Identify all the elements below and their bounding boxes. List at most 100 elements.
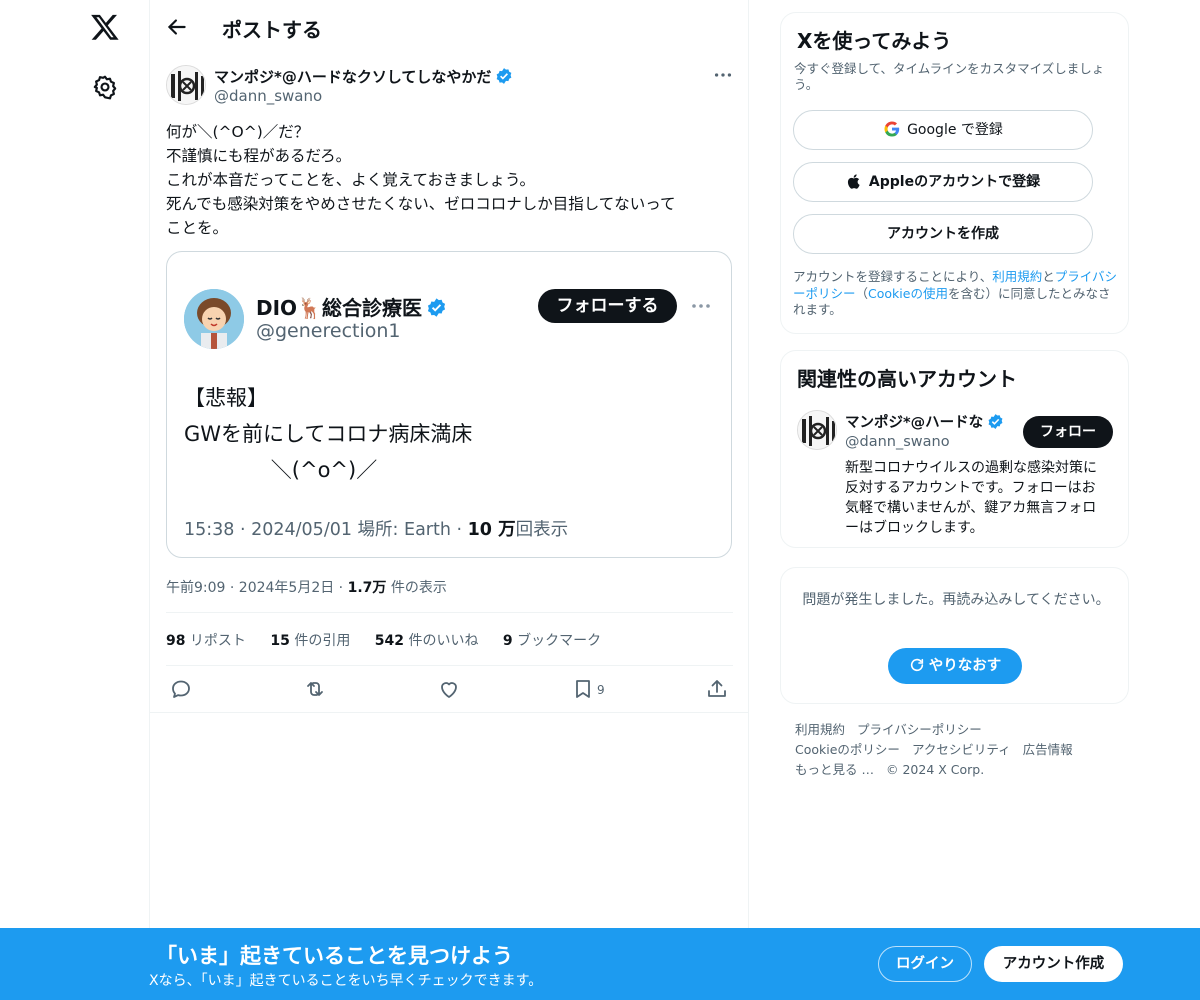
create-account-label[interactable]: アカウントを作成 — [887, 226, 999, 242]
embed-author-name: DIO🦌総合診療医 — [256, 292, 447, 321]
post-text: 何が＼(^O^)／だ？ 不謹慎にも程があるだろ。 これが本音だってことを、よく覚… — [166, 120, 736, 240]
create-account-button[interactable]: アカウントを作成 — [793, 214, 1093, 254]
refresh-icon — [910, 658, 923, 672]
terms-link[interactable]: 利用規約 — [992, 269, 1042, 284]
google-icon — [884, 121, 900, 137]
main-column: ポストする マンポジ*@ハードなクソしてしなやかだ @dann_swano 何が… — [150, 0, 749, 1000]
author-name-text[interactable]: マンポジ*@ハードなクソしてしなやかだ — [214, 68, 491, 86]
login-button[interactable]: ログイン — [878, 946, 972, 982]
avatar[interactable] — [797, 410, 837, 450]
more-icon — [692, 304, 710, 308]
google-signup-label[interactable]: Google で登録 — [907, 122, 1003, 138]
post-text-line: ことを。 — [166, 219, 229, 237]
cookie-link[interactable]: Cookieの使用 — [868, 286, 948, 301]
post-timestamp[interactable]: 午前9:09 · 2024年5月2日 · 1.7万 件の表示 — [166, 577, 447, 597]
stat-label: 件の引用 — [289, 633, 351, 649]
bookmark-icon[interactable] — [571, 677, 595, 701]
divider — [150, 712, 749, 713]
embed-text-line: GWを前にしてコロナ病床満床 — [184, 422, 473, 446]
create-account-banner-button[interactable]: アカウント作成 — [984, 946, 1123, 982]
stat-likes[interactable]: 542 件のいいね — [375, 633, 479, 649]
page-title: ポストする — [222, 18, 322, 42]
error-message: 問題が発生しました。再読み込みしてください。 — [802, 592, 1110, 608]
apple-signup-button[interactable]: Appleのアカウントで登録 — [793, 162, 1093, 202]
footer-link[interactable]: アクセシビリティ — [912, 742, 1011, 757]
divider — [166, 612, 733, 613]
signup-title: Xを使ってみよう — [797, 29, 952, 53]
embed-text-line: 【悲報】 — [184, 386, 268, 410]
follow-button[interactable]: フォロー — [1023, 416, 1113, 448]
related-title: 関連性の高いアカウント — [797, 367, 1017, 391]
stat-count: 98 — [166, 633, 186, 649]
stat-count: 15 — [270, 633, 290, 649]
gear-icon[interactable] — [92, 74, 118, 100]
stat-label: 件のいいね — [404, 633, 479, 649]
embed-avatar — [184, 289, 244, 349]
back-arrow-icon[interactable] — [164, 14, 190, 40]
footer-link[interactable]: Cookieのポリシー — [795, 742, 900, 757]
footer-link[interactable]: プライバシーポリシー — [857, 722, 982, 737]
stat-reposts[interactable]: 98 リポスト — [166, 633, 246, 649]
post-text-line: 不謹慎にも程があるだろ。 — [166, 147, 352, 165]
apple-icon — [847, 174, 860, 189]
verified-icon — [497, 68, 512, 84]
author-name[interactable]: マンポジ*@ハードなクソしてしなやかだ — [214, 66, 513, 87]
copyright: © 2024 X Corp. — [885, 762, 985, 777]
error-card: 問題が発生しました。再読み込みしてください。 やりなおす — [780, 567, 1129, 704]
views-label: 件の表示 — [386, 580, 447, 596]
embed-author-handle: @generection1 — [256, 320, 401, 342]
embed-text-line: ＼(^o^)／ — [184, 458, 378, 482]
terms-text: アカウントを登録することにより、利用規約とプライバシーポリシー（Cookieの使… — [793, 269, 1121, 319]
terms-text-3: （ — [855, 285, 869, 301]
like-icon[interactable] — [437, 677, 461, 701]
related-accounts-card: 関連性の高いアカウント マンポジ*@ハードな @dann_swano フォロー … — [780, 350, 1129, 548]
related-account-name[interactable]: マンポジ*@ハードな — [845, 411, 1004, 432]
banner-title: 「いま」起きていることを見つけよう — [156, 944, 513, 968]
stat-quotes[interactable]: 15 件の引用 — [270, 633, 350, 649]
reply-icon[interactable] — [169, 677, 193, 701]
google-signup-button[interactable]: Google で登録 — [793, 110, 1093, 150]
author-handle[interactable]: @dann_swano — [214, 87, 322, 105]
terms-text-2: と — [1042, 269, 1055, 284]
footer-links: 利用規約 プライバシーポリシー Cookieのポリシー アクセシビリティ 広告情報 も… — [795, 720, 1115, 780]
x-logo-icon[interactable] — [90, 12, 120, 42]
bookmark-count: 9 — [597, 683, 605, 697]
top-bar: ポストする — [150, 0, 749, 54]
embed-views-count: 10 万 — [467, 520, 516, 540]
footer-link[interactable]: 広告情報 — [1023, 742, 1073, 757]
embed-views-suffix: 回表示 — [515, 520, 569, 540]
banner-subtitle: Xなら、「いま」起きていることをいち早くチェックできます。 — [149, 973, 543, 989]
stat-bookmarks[interactable]: 9 ブックマーク — [503, 633, 601, 649]
avatar[interactable] — [166, 65, 206, 105]
embed-follow-button: フォローする — [538, 289, 677, 323]
repost-icon[interactable] — [303, 677, 327, 701]
apple-signup-label[interactable]: Appleのアカウントで登録 — [869, 174, 1040, 190]
verified-icon — [988, 414, 1003, 429]
post-text-line: これが本音だってことを、よく覚えておきましょう。 — [166, 171, 536, 189]
embed-text: 【悲報】 GWを前にしてコロナ病床満床 ＼(^o^)／ — [184, 380, 472, 488]
more-icon[interactable] — [712, 64, 734, 86]
embed-meta-prefix: 15:38 · 2024/05/01 場所: Earth · — [184, 520, 468, 540]
stat-label: リポスト — [185, 633, 246, 649]
embedded-post-image[interactable]: DIO🦌総合診療医 @generection1 フォローする 【悲報】 GWを前… — [166, 251, 732, 558]
stat-label: ブックマーク — [512, 633, 602, 649]
retry-label[interactable]: やりなおす — [929, 658, 1002, 674]
post-text-line: 何が＼(^O^)／だ？ — [166, 123, 310, 141]
verified-icon — [427, 298, 446, 317]
terms-text-1: アカウントを登録することにより、 — [793, 269, 993, 284]
stat-count: 9 — [502, 633, 513, 649]
retry-button[interactable]: やりなおす — [888, 648, 1022, 684]
timestamp-text[interactable]: 午前9:09 · 2024年5月2日 · — [166, 580, 348, 596]
share-icon[interactable] — [705, 677, 729, 701]
embed-author-name-text: DIO🦌総合診療医 — [256, 296, 422, 320]
related-account-handle[interactable]: @dann_swano — [845, 434, 950, 450]
related-account-name-text[interactable]: マンポジ*@ハードな — [845, 415, 983, 431]
footer-link[interactable]: もっと見る … — [795, 762, 874, 777]
views-count: 1.7万 — [347, 580, 387, 596]
post-text-line: 死んでも感染対策をやめさせたくない、ゼロコロナしか目指してないって — [166, 195, 676, 213]
footer-link[interactable]: 利用規約 — [795, 722, 845, 737]
bottom-banner: 「いま」起きていることを見つけよう Xなら、「いま」起きていることをいち早くチェ… — [0, 928, 1200, 1000]
embed-meta: 15:38 · 2024/05/01 場所: Earth · 10 万回表示 — [184, 516, 568, 541]
post-stats: 98 リポスト 15 件の引用 542 件のいいね 9 ブックマーク — [166, 630, 621, 650]
signup-card: Xを使ってみよう 今すぐ登録して、タイムラインをカスタマイズしましょう。 Goo… — [780, 12, 1129, 334]
